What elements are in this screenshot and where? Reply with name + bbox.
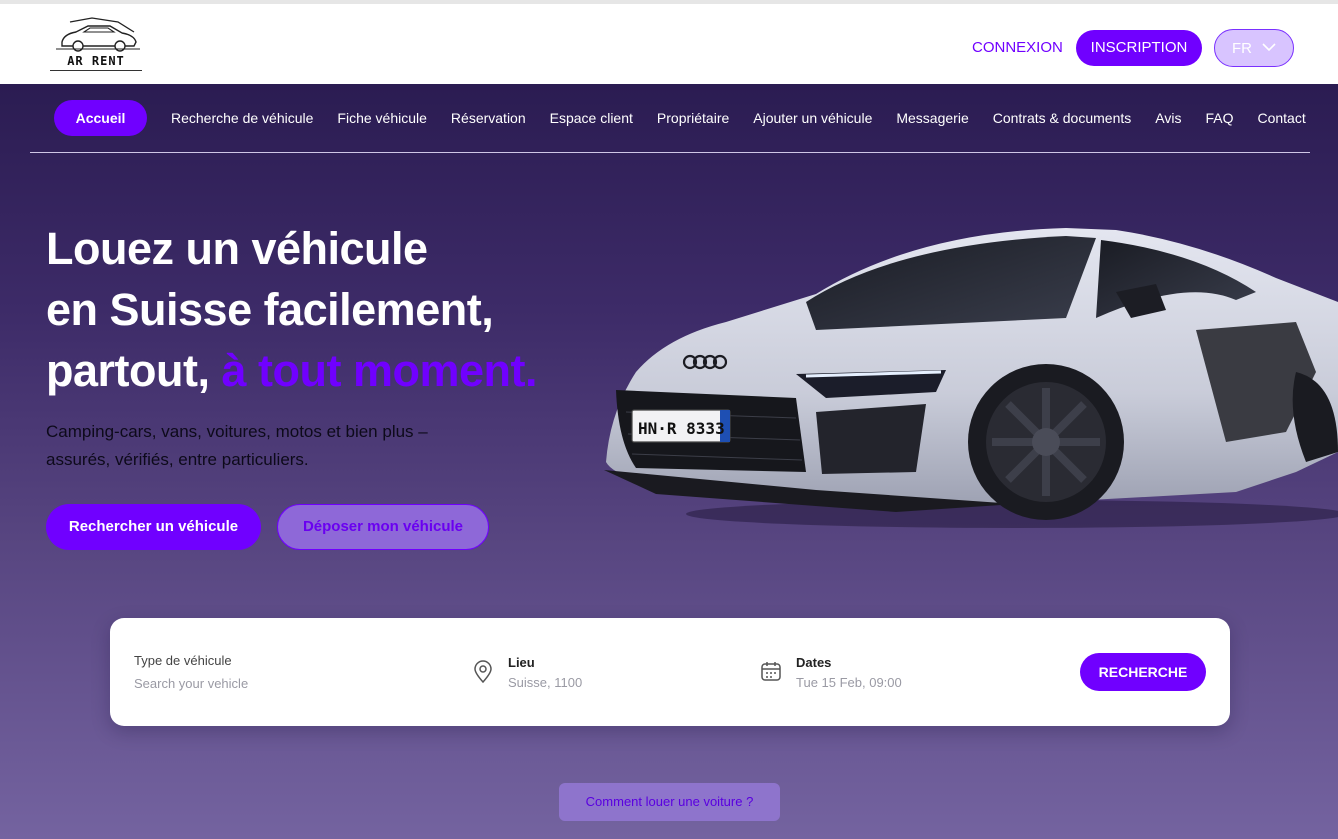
headline-line-3: partout, — [46, 345, 222, 396]
logo[interactable]: AR RENT — [48, 16, 144, 76]
nav-item-faq[interactable]: FAQ — [1205, 110, 1233, 126]
login-button[interactable]: CONNEXION — [964, 30, 1071, 66]
nav-item-reservation[interactable]: Réservation — [451, 110, 526, 126]
main-nav: Accueil Recherche de véhicule Fiche véhi… — [54, 100, 1330, 136]
nav-item-contrats[interactable]: Contrats & documents — [993, 110, 1132, 126]
nav-item-avis[interactable]: Avis — [1155, 110, 1181, 126]
how-to-rent-button[interactable]: Comment louer une voiture ? — [559, 783, 780, 821]
headline-line-1: Louez un véhicule — [46, 223, 428, 274]
nav-divider — [30, 152, 1310, 153]
location-pin-icon — [474, 660, 492, 684]
nav-item-proprietaire[interactable]: Propriétaire — [657, 110, 729, 126]
nav-item-espace-client[interactable]: Espace client — [550, 110, 633, 126]
hero-subline: Camping-cars, vans, voitures, motos et b… — [46, 418, 476, 474]
dates-value[interactable]: Tue 15 Feb, 09:00 — [796, 675, 902, 690]
headline-line-2: en Suisse facilement, — [46, 284, 494, 335]
nav-item-recherche[interactable]: Recherche de véhicule — [171, 110, 313, 126]
nav-item-messagerie[interactable]: Messagerie — [896, 110, 968, 126]
location-value[interactable]: Suisse, 1100 — [508, 675, 582, 690]
search-submit-button[interactable]: RECHERCHE — [1080, 653, 1206, 691]
hero-car-image: HN·R 8333 — [604, 228, 1338, 528]
nav-item-fiche-vehicule[interactable]: Fiche véhicule — [337, 110, 427, 126]
calendar-icon — [761, 662, 781, 681]
hero-headline: Louez un véhicule en Suisse facilement, … — [46, 218, 537, 401]
language-value: FR — [1232, 40, 1252, 57]
subline-2: assurés, vérifiés, entre particuliers. — [46, 450, 309, 469]
logo-underline — [50, 70, 142, 71]
hero-section: Accueil Recherche de véhicule Fiche véhi… — [0, 84, 1338, 839]
license-plate: HN·R 8333 — [638, 419, 725, 438]
logo-text: AR RENT — [67, 54, 125, 68]
location-label: Lieu — [508, 655, 535, 670]
nav-item-accueil[interactable]: Accueil — [54, 100, 147, 136]
vehicle-type-input[interactable] — [134, 676, 384, 691]
headline-accent: à tout moment. — [221, 345, 537, 396]
top-header: AR RENT CONNEXION INSCRIPTION FR — [0, 0, 1338, 84]
subline-1: Camping-cars, vans, voitures, motos et b… — [46, 422, 428, 441]
nav-item-ajouter-vehicule[interactable]: Ajouter un véhicule — [753, 110, 872, 126]
vehicle-type-label: Type de véhicule — [134, 653, 232, 668]
nav-item-contact[interactable]: Contact — [1257, 110, 1305, 126]
search-card: Type de véhicule Lieu Suisse, 1100 Dates… — [110, 618, 1230, 726]
search-vehicle-button[interactable]: Rechercher un véhicule — [46, 504, 261, 550]
language-select[interactable]: FR — [1214, 29, 1294, 67]
dates-label: Dates — [796, 655, 832, 670]
car-logo-icon — [56, 17, 140, 52]
list-vehicle-button[interactable]: Déposer mon véhicule — [277, 504, 489, 550]
chevron-down-icon — [1262, 43, 1276, 52]
signup-button[interactable]: INSCRIPTION — [1076, 30, 1202, 66]
